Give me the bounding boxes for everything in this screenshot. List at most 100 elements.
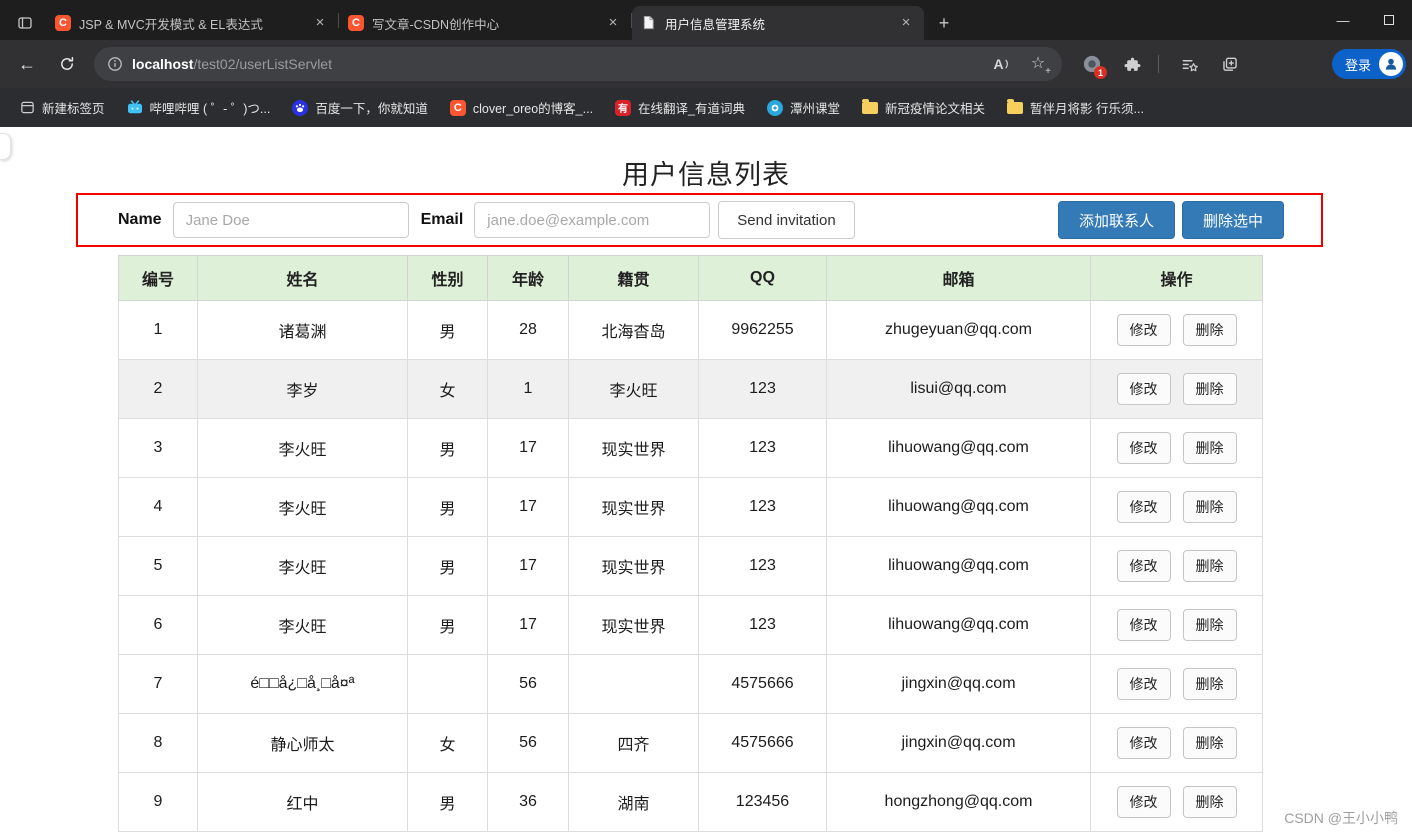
table-row: 9 红中男 36 湖南 123456 hongzhong@qq.com 修改 删除 [118,772,1263,832]
cell-id: 4 [118,477,198,537]
delete-button[interactable]: 删除 [1182,668,1237,700]
bilibili-tv-icon [127,100,143,116]
signin-button[interactable]: 登录 [1331,49,1406,79]
cell-qq: 123 [698,418,827,478]
bookmark-label: 新建标签页 [42,102,105,116]
new-tab-page-icon [19,100,35,116]
cell-origin: 现实世界 [568,477,699,537]
maximize-button[interactable] [1366,0,1412,40]
name-input[interactable] [172,202,409,238]
edit-button[interactable]: 修改 [1116,491,1171,523]
url-text: localhost/test02/userListServlet [132,56,332,72]
cell-email: zhugeyuan@qq.com [826,300,1091,360]
cell-age: 1 [487,359,569,419]
cell-name: 诸葛渊 [197,300,408,360]
delete-button[interactable]: 删除 [1182,432,1237,464]
cell-gender [407,654,488,714]
read-aloud-icon[interactable]: A [986,48,1018,80]
cell-email: lihuowang@qq.com [826,536,1091,596]
site-info-icon[interactable] [102,51,128,77]
tab-close-icon[interactable]: × [604,14,622,32]
cell-qq: 123 [698,536,827,596]
cell-qq: 9962255 [698,300,827,360]
edit-button[interactable]: 修改 [1116,609,1171,641]
favorites-bar-icon[interactable] [1173,48,1205,80]
delete-button[interactable]: 删除 [1182,314,1237,346]
add-contact-button[interactable]: 添加联系人 [1057,201,1175,239]
browser-tab-csdn-write[interactable]: C 写文章-CSDN创作中心 × [339,6,631,40]
browser-window: C JSP & MVC开发模式 & EL表达式 × C 写文章-CSDN创作中心… [0,0,1412,832]
delete-button[interactable]: 删除 [1182,786,1237,818]
cell-name: 李火旺 [197,418,408,478]
email-input[interactable] [474,202,711,238]
edit-button[interactable]: 修改 [1116,314,1171,346]
delete-button[interactable]: 删除 [1182,727,1237,759]
edit-button[interactable]: 修改 [1116,373,1171,405]
bookmark-csdn-blog[interactable]: C clover_oreo的博客_... [439,94,604,122]
url-host: localhost [132,56,194,72]
folder-icon [862,98,879,114]
address-bar[interactable]: localhost/test02/userListServlet A ☆ + [94,47,1062,81]
cell-actions: 修改 删除 [1090,713,1263,773]
bookmark-tanzhou[interactable]: 潭州课堂 [756,94,851,122]
contact-form: Name Email Send invitation 添加联系人 删除选中 [76,193,1323,247]
page-document-icon [641,15,657,31]
cell-origin: 现实世界 [568,536,699,596]
back-button[interactable]: ← [10,47,44,81]
table-row: 4 李火旺男 17 现实世界 123 lihuowang@qq.com 修改 删除 [118,477,1263,537]
bookmark-youdao[interactable]: 有 在线翻译_有道词典 [604,94,756,122]
extensions-puzzle-icon[interactable] [1116,48,1148,80]
cell-gender: 男 [407,595,488,655]
cell-name: 李岁 [197,359,408,419]
extension-icon[interactable]: 1 [1076,48,1108,80]
bookmark-label: 哔哩哔哩 ( ゜- ゜)つ... [149,102,271,116]
bookmark-baidu[interactable]: 百度一下，你就知道 [281,94,439,122]
email-label: Email [420,211,464,228]
browser-tab-active-user-system[interactable]: 用户信息管理系统 × [632,6,924,40]
send-invitation-button[interactable]: Send invitation [718,201,855,239]
bookmark-new-tab-page[interactable]: 新建标签页 [8,94,116,122]
cell-age: 56 [487,713,569,773]
col-header-actions: 操作 [1090,255,1263,301]
tab-actions-menu-button[interactable] [8,6,42,40]
edit-button[interactable]: 修改 [1116,550,1171,582]
user-table-body: 1 诸葛渊男 28 北海杳岛 9962255 zhugeyuan@qq.com 修改 删除 2 李… [118,300,1263,832]
delete-selected-button[interactable]: 删除选中 [1181,201,1284,239]
add-favorite-star-icon[interactable]: ☆ + [1022,48,1054,80]
cell-id: 1 [118,300,198,360]
tanzhou-icon [767,99,783,116]
new-tab-button[interactable]: + [930,9,958,37]
cell-age: 28 [487,300,569,360]
delete-button[interactable]: 删除 [1182,373,1237,405]
edit-button[interactable]: 修改 [1116,786,1171,818]
bookmark-bilibili[interactable]: 哔哩哔哩 ( ゜- ゜)つ... [116,94,282,122]
delete-button[interactable]: 删除 [1182,491,1237,523]
tab-close-icon[interactable]: × [311,14,329,32]
minimize-button[interactable]: — [1320,0,1366,40]
cell-origin: 四齐 [568,713,699,773]
url-path: /test02/userListServlet [193,56,332,72]
delete-button[interactable]: 删除 [1182,550,1237,582]
col-header-qq: QQ [698,255,827,301]
cell-name: 李火旺 [197,477,408,537]
table-row: 3 李火旺男 17 现实世界 123 lihuowang@qq.com 修改 删除 [118,418,1263,478]
browser-tab-csdn-jsp[interactable]: C JSP & MVC开发模式 & EL表达式 × [46,6,338,40]
refresh-button[interactable] [50,47,84,81]
table-row: 1 诸葛渊男 28 北海杳岛 9962255 zhugeyuan@qq.com 修改 删除 [118,300,1263,360]
cell-gender: 女 [407,359,488,419]
cell-qq: 123 [698,595,827,655]
cell-name: é□□å¿□å¸□å¤ª [197,654,408,714]
bookmark-folder-covid-papers[interactable]: 新冠疫情论文相关 [851,94,996,122]
page-content: 用户信息列表 Name Email Send invitation 添加联系人 … [0,127,1412,832]
edit-button[interactable]: 修改 [1116,727,1171,759]
cell-gender: 男 [407,536,488,596]
bookmark-folder-misc[interactable]: 暂伴月将影 行乐须... [996,94,1155,122]
edit-button[interactable]: 修改 [1116,668,1171,700]
tab-close-icon[interactable]: × [897,14,915,32]
folder-icon [1007,98,1024,114]
cell-actions: 修改 删除 [1090,772,1263,832]
edit-button[interactable]: 修改 [1116,432,1171,464]
collections-icon[interactable] [1213,48,1245,80]
col-header-email: 邮箱 [826,255,1091,301]
delete-button[interactable]: 删除 [1182,609,1237,641]
